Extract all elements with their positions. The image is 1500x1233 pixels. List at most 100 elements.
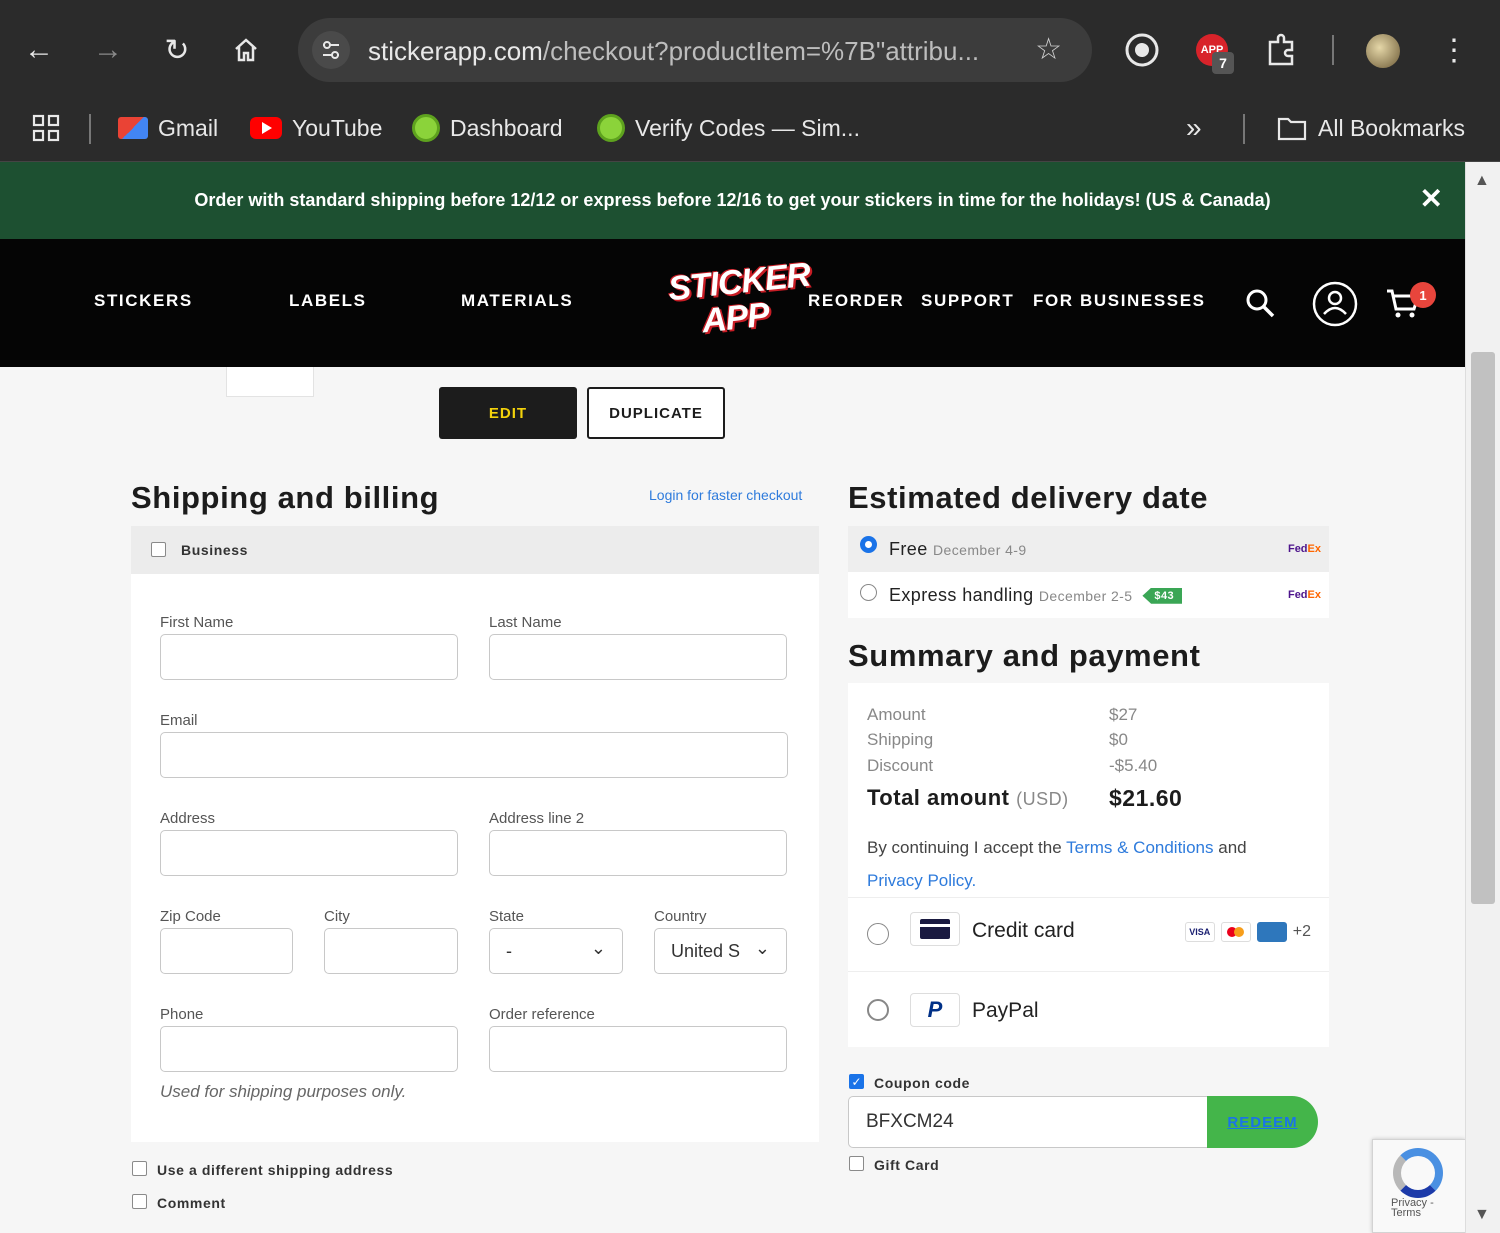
nav-stickers[interactable]: STICKERS — [94, 291, 193, 311]
address-input[interactable] — [160, 830, 458, 876]
delivery-free-name: Free — [889, 538, 928, 559]
visa-icon: VISA — [1184, 922, 1215, 942]
extensions-puzzle-icon[interactable] — [1262, 30, 1302, 70]
credit-card-radio[interactable] — [867, 923, 889, 945]
gift-card-checkbox[interactable] — [849, 1156, 864, 1171]
amount-value: $27 — [1109, 705, 1138, 724]
summary-title: Summary and payment — [848, 638, 1201, 673]
paypal-label: PayPal — [972, 999, 1039, 1022]
first-name-input[interactable] — [160, 634, 458, 680]
extension-badge: 7 — [1212, 52, 1234, 74]
toolbar-separator — [1332, 35, 1334, 65]
duplicate-button[interactable]: DUPLICATE — [587, 387, 725, 439]
payment-credit-card[interactable]: Credit card VISA +2 — [848, 897, 1329, 971]
stickerapp-logo[interactable]: STICKER APP — [660, 255, 811, 351]
scroll-thumb[interactable] — [1471, 352, 1495, 904]
promo-banner: Order with standard shipping before 12/1… — [0, 162, 1465, 239]
credit-card-label: Credit card — [972, 919, 1075, 942]
all-bookmarks[interactable]: All Bookmarks — [1276, 108, 1465, 148]
email-label: Email — [160, 712, 198, 729]
country-value: United S — [671, 940, 741, 961]
verify-codes-icon — [597, 114, 625, 142]
page-viewport: Order with standard shipping before 12/1… — [0, 162, 1465, 1233]
delivery-option-free[interactable]: Free December 4-9 FedEx — [848, 526, 1329, 572]
search-icon[interactable] — [1244, 287, 1276, 324]
scroll-up-icon[interactable]: ▲ — [1474, 172, 1490, 190]
discount-label: Discount — [867, 756, 934, 775]
total-value: $21.60 — [1109, 785, 1183, 811]
bookmark-dashboard[interactable]: Dashboard — [412, 108, 563, 148]
terms-link[interactable]: Terms & Conditions — [1066, 838, 1213, 857]
delivery-radio-express[interactable] — [860, 584, 877, 601]
phone-input[interactable] — [160, 1026, 458, 1072]
chevron-down-icon: ⌄ — [754, 938, 770, 958]
login-link[interactable]: Login for faster checkout — [649, 487, 802, 503]
recaptcha-badge[interactable]: Privacy - Terms — [1372, 1139, 1465, 1233]
account-icon[interactable] — [1311, 280, 1359, 333]
cart-count-badge: 1 — [1410, 282, 1436, 308]
back-icon[interactable]: ← — [15, 26, 63, 74]
coupon-input[interactable]: BFXCM24 — [848, 1096, 1208, 1148]
chevron-down-icon: ⌄ — [590, 938, 606, 958]
bookmark-label: YouTube — [292, 114, 383, 141]
state-value: - — [506, 940, 512, 961]
comment-checkbox[interactable] — [132, 1194, 147, 1209]
country-select[interactable]: United S ⌄ — [654, 928, 787, 974]
recaptcha-icon — [1393, 1148, 1443, 1198]
site-settings-icon[interactable] — [312, 31, 350, 69]
last-name-input[interactable] — [489, 634, 787, 680]
forward-icon[interactable]: → — [84, 26, 132, 74]
close-icon[interactable]: ✕ — [1420, 182, 1443, 215]
redeem-button[interactable]: REDEEM — [1207, 1096, 1318, 1148]
comment-label: Comment — [157, 1195, 226, 1211]
nav-support[interactable]: SUPPORT — [921, 291, 1014, 311]
edit-button[interactable]: EDIT — [439, 387, 577, 439]
fedex-logo-icon: FedEx — [1287, 543, 1321, 555]
address2-input[interactable] — [489, 830, 787, 876]
all-bookmarks-label: All Bookmarks — [1318, 114, 1465, 141]
folder-icon — [1277, 117, 1307, 141]
card-brands: VISA +2 — [1184, 922, 1311, 942]
scroll-down-icon[interactable]: ▼ — [1474, 1206, 1490, 1224]
gmail-icon — [118, 117, 148, 139]
zip-input[interactable] — [160, 928, 293, 974]
delivery-option-express[interactable]: Express handling December 2-5 $43 FedEx — [848, 572, 1329, 618]
city-input[interactable] — [324, 928, 458, 974]
bookmark-youtube[interactable]: YouTube — [250, 108, 382, 148]
url-text: stickerapp.com/checkout?productItem=%7B"… — [368, 36, 1018, 67]
payment-paypal[interactable]: P PayPal — [848, 971, 1329, 1047]
order-reference-label: Order reference — [489, 1006, 595, 1023]
coupon-checkbox[interactable]: ✓ — [849, 1074, 864, 1089]
delivery-radio-free[interactable] — [860, 536, 877, 553]
nav-for-businesses[interactable]: FOR BUSINESSES — [1033, 291, 1206, 311]
gift-card-label: Gift Card — [874, 1157, 940, 1173]
different-address-checkbox[interactable] — [132, 1161, 147, 1176]
browser-menu-icon[interactable]: ⋮ — [1430, 26, 1478, 74]
home-icon[interactable] — [222, 26, 270, 74]
nav-materials[interactable]: MATERIALS — [461, 291, 573, 311]
paypal-radio[interactable] — [867, 999, 889, 1021]
nav-labels[interactable]: LABELS — [289, 291, 367, 311]
bookmark-label: Dashboard — [450, 114, 563, 141]
address-bar[interactable]: stickerapp.com/checkout?productItem=%7B"… — [298, 18, 1092, 82]
first-name-label: First Name — [160, 614, 234, 631]
extension-icon[interactable] — [1122, 30, 1162, 70]
reload-icon[interactable]: ↻ — [153, 26, 201, 74]
recaptcha-text[interactable]: Privacy - Terms — [1391, 1198, 1465, 1219]
different-address-label: Use a different shipping address — [157, 1162, 394, 1178]
profile-avatar[interactable] — [1362, 30, 1402, 70]
page-scrollbar[interactable]: ▲ ▼ — [1465, 162, 1500, 1233]
order-reference-input[interactable] — [489, 1026, 787, 1072]
nav-reorder[interactable]: REORDER — [808, 291, 904, 311]
apps-grid-icon[interactable] — [30, 108, 62, 148]
privacy-link[interactable]: Privacy Policy — [867, 871, 972, 890]
more-bookmarks-icon[interactable]: » — [1186, 108, 1202, 148]
bookmark-verify-codes[interactable]: Verify Codes — Sim... — [597, 108, 860, 148]
delivery-express-name: Express handling — [889, 584, 1034, 605]
state-select[interactable]: - ⌄ — [489, 928, 623, 974]
email-input[interactable] — [160, 732, 788, 778]
app-extension-icon[interactable]: APP 7 — [1192, 30, 1234, 74]
bookmark-star-icon[interactable]: ☆ — [1035, 32, 1062, 67]
bookmark-gmail[interactable]: Gmail — [118, 108, 218, 148]
business-checkbox[interactable] — [151, 542, 166, 557]
